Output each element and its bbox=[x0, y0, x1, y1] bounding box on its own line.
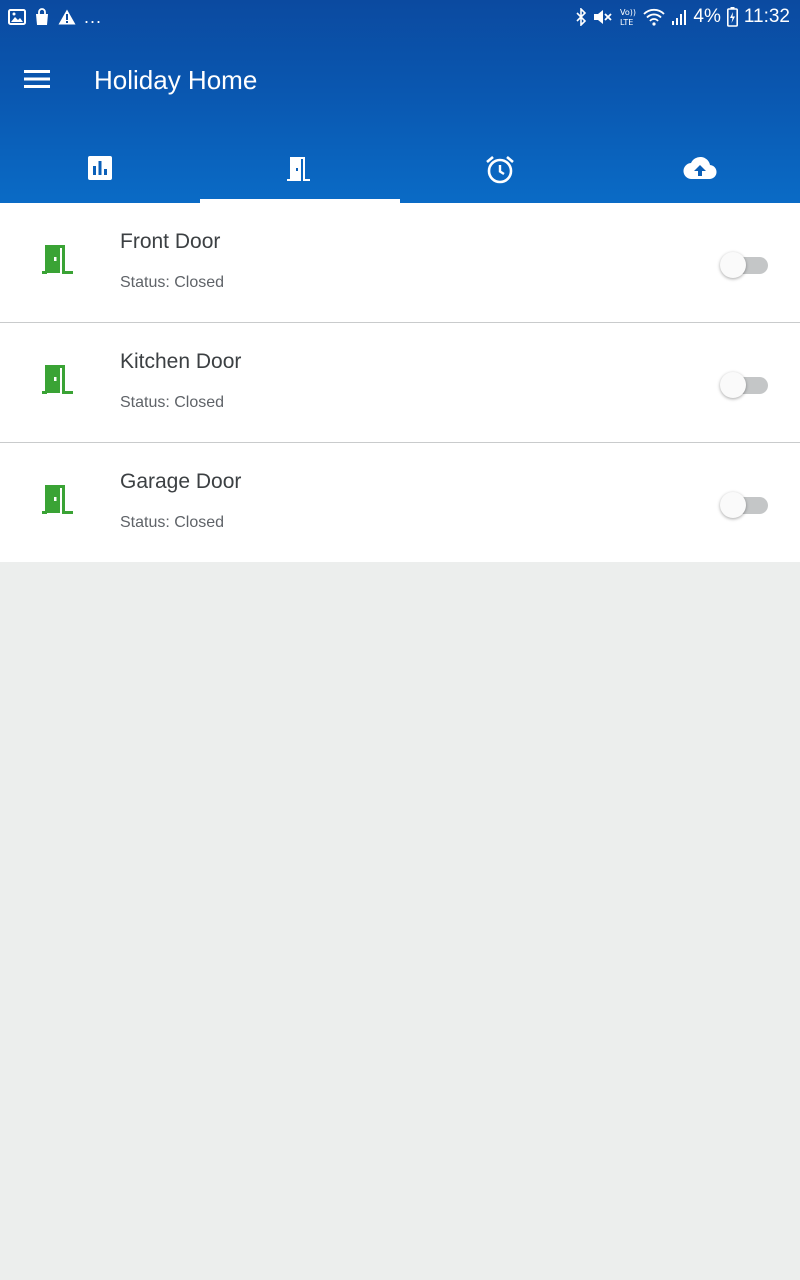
door-name: Garage Door bbox=[120, 470, 242, 493]
door-status: Status: Closed bbox=[120, 274, 225, 291]
door-list: Front Door Status: Closed Kitchen Door S… bbox=[0, 203, 800, 563]
cloud-upload-icon bbox=[683, 155, 717, 186]
door-icon bbox=[42, 243, 76, 277]
tab-bar bbox=[0, 140, 800, 203]
hamburger-menu-icon bbox=[24, 69, 50, 94]
warning-icon bbox=[58, 9, 76, 25]
tab-doors[interactable] bbox=[200, 140, 400, 203]
battery-percent: 4% bbox=[693, 6, 721, 27]
toggle-thumb bbox=[720, 372, 746, 398]
svg-text:LTE: LTE bbox=[620, 18, 633, 27]
tab-alarms[interactable] bbox=[400, 140, 600, 203]
tab-cloud-sync[interactable] bbox=[600, 140, 800, 203]
door-toggle[interactable] bbox=[720, 371, 770, 398]
shopping-bag-icon bbox=[34, 8, 50, 26]
door-status: Status: Closed bbox=[120, 394, 225, 411]
alarm-clock-icon bbox=[485, 155, 515, 190]
door-icon bbox=[42, 363, 76, 397]
notification-overflow: ... bbox=[84, 7, 103, 27]
empty-content-area bbox=[0, 562, 800, 1280]
list-item[interactable]: Kitchen Door Status: Closed bbox=[0, 323, 800, 443]
list-item[interactable]: Front Door Status: Closed bbox=[0, 203, 800, 323]
page-title: Holiday Home bbox=[94, 65, 258, 95]
status-bar-right: Vo)) LTE 4% 11:32 bbox=[575, 4, 790, 30]
app-bar: ... Vo)) LTE 4% 11:32 Holiday Home bbox=[0, 0, 800, 203]
battery-icon bbox=[726, 7, 738, 27]
image-icon bbox=[8, 9, 26, 25]
door-status: Status: Closed bbox=[120, 514, 225, 531]
wifi-icon bbox=[643, 8, 666, 26]
menu-button[interactable] bbox=[14, 58, 60, 104]
volte-icon: Vo)) LTE bbox=[619, 7, 637, 27]
svg-text:Vo)): Vo)) bbox=[620, 8, 636, 17]
door-toggle[interactable] bbox=[720, 251, 770, 278]
toggle-thumb bbox=[720, 252, 746, 278]
door-toggle[interactable] bbox=[720, 491, 770, 518]
door-name: Front Door bbox=[120, 230, 221, 253]
status-bar-left: ... bbox=[8, 6, 102, 28]
door-icon bbox=[42, 483, 76, 517]
bar-chart-icon bbox=[87, 155, 113, 186]
mute-icon bbox=[593, 8, 613, 26]
list-item[interactable]: Garage Door Status: Closed bbox=[0, 443, 800, 563]
clock: 11:32 bbox=[743, 6, 790, 27]
toggle-thumb bbox=[720, 492, 746, 518]
toolbar: Holiday Home bbox=[0, 34, 800, 126]
tab-statistics[interactable] bbox=[0, 140, 200, 203]
door-icon bbox=[287, 155, 313, 188]
door-name: Kitchen Door bbox=[120, 350, 242, 373]
bluetooth-icon bbox=[575, 8, 587, 26]
signal-icon bbox=[671, 8, 687, 26]
status-bar: ... Vo)) LTE 4% 11:32 bbox=[0, 0, 800, 34]
